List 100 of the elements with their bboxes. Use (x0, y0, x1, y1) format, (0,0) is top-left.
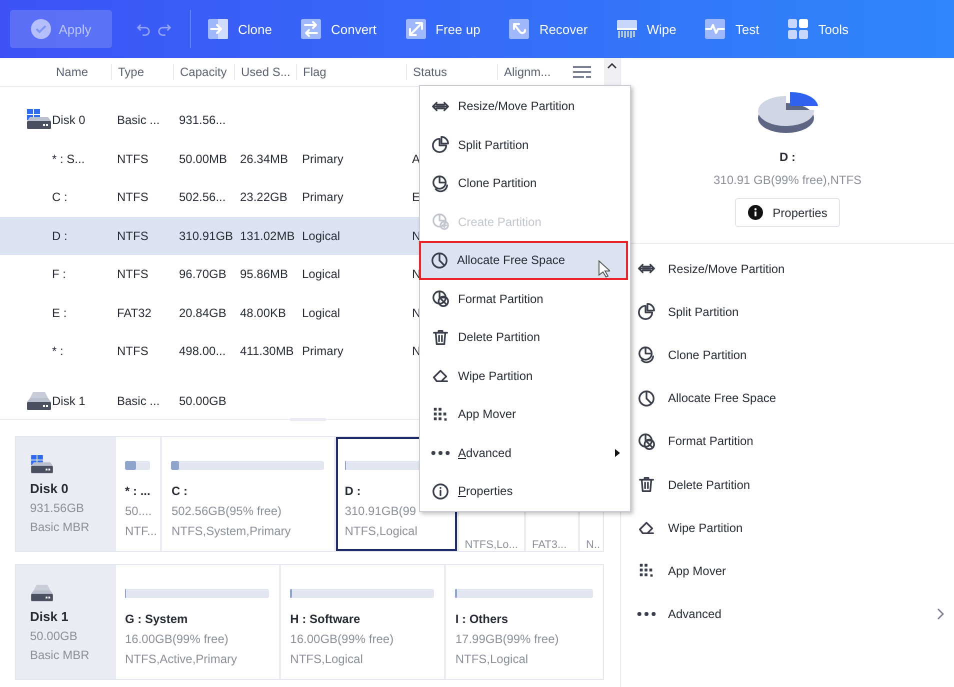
disk-type: Basic MBR (30, 648, 90, 662)
table-cell-text: Primary (301, 190, 344, 204)
table-cell-text: Logical (301, 267, 342, 282)
partition-type: NTFS,Active,Primary (125, 652, 238, 666)
menu-item[interactable]: Clone Partition (420, 164, 630, 202)
partition-title: D : (780, 150, 796, 164)
table-cell-text: * : S... (51, 152, 86, 166)
column-header[interactable]: Alignm... (497, 64, 560, 80)
table-cell-text: E (411, 190, 422, 204)
mouse-cursor-icon (598, 260, 610, 278)
table-cell-text: 95.86MB (239, 267, 290, 282)
swap-arrows-icon (300, 18, 322, 40)
toolbar-button[interactable]: Convert (300, 18, 376, 40)
partition-name: H : Software (290, 612, 360, 626)
scrollbar[interactable] (604, 58, 620, 86)
disk-type: Basic MBR (30, 520, 90, 534)
table-cell-text: 502.56... (178, 190, 227, 204)
partition-type: NTFS,System,Primary (171, 524, 291, 538)
table-cell-text: Logical (301, 306, 342, 320)
partition-size: 17.99GB(99% free) (455, 632, 559, 646)
table-cell-text: 411.30MB (239, 344, 295, 358)
table-cell-text: E : (51, 306, 68, 320)
pie-chart-icon (637, 302, 656, 322)
table-cell-text: Disk 0 (51, 113, 86, 128)
table-cell-text: FAT32 (116, 306, 152, 320)
partition-name: D : (344, 484, 361, 498)
pulse-icon (704, 18, 726, 40)
circle-slash-icon (431, 289, 450, 308)
expand-arrows-icon (404, 18, 426, 40)
partition-summary: 310.91 GB(99% free),NTFS (713, 173, 862, 187)
partition-card[interactable]: * : ... 50.... NTF... (116, 437, 160, 551)
toolbar-button[interactable]: Free up (404, 18, 480, 40)
partition-type: NTFS,Logical (290, 652, 363, 666)
partition-card[interactable]: I : Others 17.99GB(99% free) NTFS,Logical (446, 565, 604, 679)
table-cell-text: Basic ... (116, 113, 161, 128)
more-icon (431, 450, 450, 456)
column-header[interactable]: Type (111, 64, 173, 80)
scroll-up-icon[interactable] (607, 62, 617, 70)
tiles-icon (787, 18, 810, 40)
table-cell-text: Logical (301, 228, 342, 243)
column-header[interactable]: Status (406, 64, 497, 80)
table-cell-text: Basic ... (116, 394, 161, 408)
table-cell-text: NTFS (116, 152, 150, 166)
partition-size: 16.00GB(99% free) (125, 632, 228, 646)
columns-icon[interactable] (573, 66, 591, 78)
pie-copy-icon (637, 345, 656, 364)
shredder-icon (616, 18, 638, 40)
partition-size: 16.00GB(99% free) (290, 632, 394, 646)
menu-item[interactable]: Allocate Free Space (419, 241, 628, 280)
menu-item[interactable]: Split Partition (420, 126, 630, 164)
partition-name: C : (171, 484, 188, 498)
table-cell-text: 48.00KB (239, 306, 288, 320)
table-cell-text: 131.02MB (239, 228, 296, 243)
disk-size: 931.56GB (30, 501, 86, 515)
partition-type: FAT3... (532, 539, 567, 549)
trash-icon (431, 328, 450, 347)
table-cell-text: Primary (301, 344, 344, 358)
partition-type: NTF... (125, 524, 157, 538)
partition-card[interactable]: H : Software 16.00GB(99% free) NTFS,Logical (281, 565, 444, 679)
column-header[interactable]: Used S... (234, 64, 296, 80)
disk-name: Disk 0 (30, 481, 70, 496)
pie-copy-icon (431, 174, 450, 193)
toolbar-button[interactable]: Clone (207, 18, 272, 40)
toolbar-button[interactable]: Recover (508, 18, 588, 40)
column-header[interactable]: Name (50, 64, 111, 80)
table-cell-text: NTFS (116, 267, 150, 282)
partition-name: I : Others (455, 612, 508, 626)
more-icon (637, 611, 656, 618)
table-cell-text: 26.34MB (239, 152, 290, 166)
partition-name: * : ... (125, 484, 150, 498)
table-cell-text: F : (51, 267, 67, 282)
disk-name: Disk 1 (30, 609, 70, 624)
table-cell-text: 20.84GB (178, 306, 228, 320)
action-item[interactable]: Advanced (621, 592, 954, 636)
properties-button[interactable]: Properties (734, 198, 840, 227)
table-cell-text: D : (51, 228, 68, 243)
table-cell-text: 498.00... (178, 344, 227, 358)
circle-slash-icon (637, 432, 656, 451)
partition-size: 310.91GB(99 (344, 504, 416, 518)
toolbar-button[interactable]: Tools (787, 18, 849, 40)
table-cell-text: C : (51, 190, 68, 204)
action-item[interactable]: App Mover (621, 549, 954, 592)
table-cell-text: 50.00MB (178, 152, 228, 166)
toolbar-button[interactable]: Test (704, 18, 760, 40)
pie-chart-icon (431, 135, 450, 154)
table-cell-text: 310.91GB (178, 228, 234, 243)
disk-card[interactable]: Disk 1 50.00GB Basic MBR G : System 16.00GB(99% free) NTFS,Active,Primary H : Software 16.00GB(99% free) NTFS,Logical I : Others 17.99GB(99% free) NTFS,Logical (15, 564, 604, 680)
partition-size: 50.... (125, 504, 152, 518)
partition-name: G : System (125, 612, 188, 626)
toolbar-button[interactable]: Wipe (616, 18, 676, 40)
partition-type: NTFS,Logical (455, 652, 528, 666)
table-cell-text: NTFS (116, 190, 150, 204)
column-header[interactable]: Flag (296, 64, 406, 80)
table-cell-text: NTFS (116, 228, 150, 243)
menu-item[interactable]: Resize/Move Partition (420, 87, 630, 126)
info-icon (431, 482, 450, 501)
partition-card[interactable]: C : 502.56GB(95% free) NTFS,System,Primary (162, 437, 334, 551)
table-cell-text: 50.00GB (178, 394, 228, 408)
partition-card[interactable]: G : System 16.00GB(99% free) NTFS,Active,Primary (116, 565, 280, 679)
column-header[interactable]: Capacity (173, 64, 234, 80)
